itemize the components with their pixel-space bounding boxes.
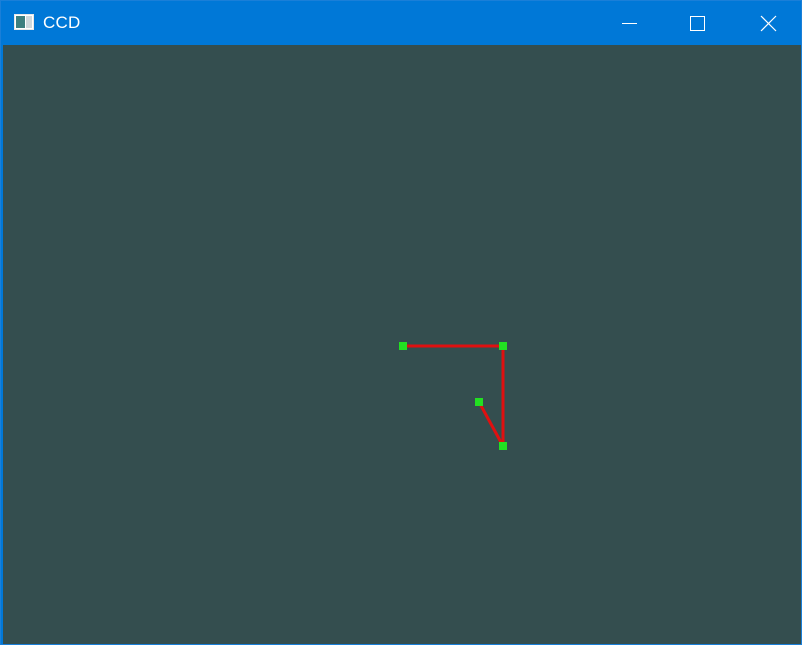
title-bar[interactable]: CCD [1,1,801,45]
joint-handle-base[interactable] [399,342,407,350]
app-window: CCD [0,0,802,645]
close-button[interactable] [744,1,790,45]
maximize-button[interactable] [674,1,720,45]
chain-segment [477,401,505,447]
chain-scene [399,342,507,450]
window-title: CCD [43,13,81,32]
joint-handle-joint-2[interactable] [499,442,507,450]
joint-handle-end-effector[interactable] [475,398,483,406]
app-window-icon[interactable] [14,14,34,30]
maximize-icon [690,16,705,31]
joint-handle-joint-1[interactable] [499,342,507,350]
close-icon [760,15,777,32]
minimize-icon [622,23,637,24]
render-canvas[interactable] [3,45,801,644]
minimize-button[interactable] [606,1,652,45]
